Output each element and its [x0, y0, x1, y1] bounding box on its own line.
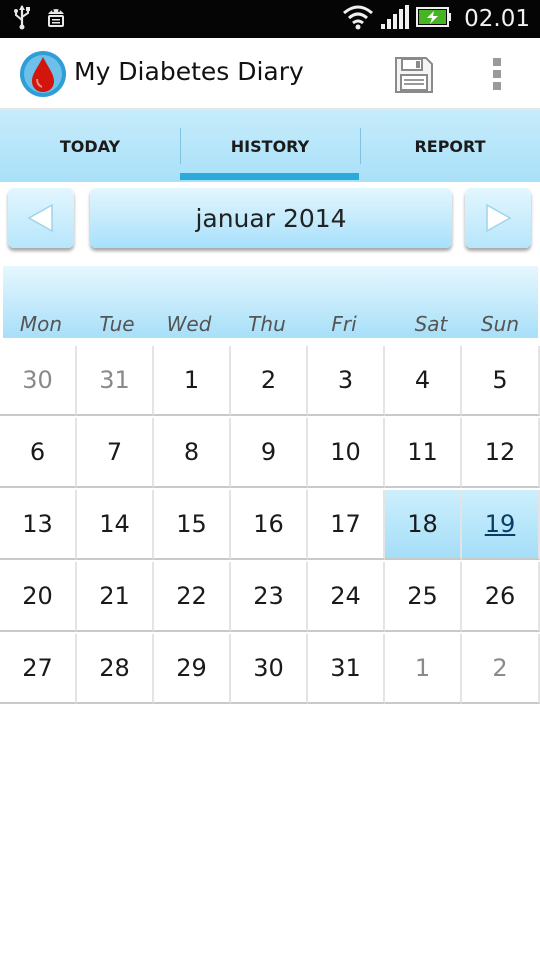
calendar-day[interactable]: 2 [462, 634, 540, 704]
calendar-grid: 30 31 1 2 3 4 5 6 7 8 9 10 11 12 13 14 15 16 17 18 19 20 21 22 2… [0, 346, 540, 706]
calendar-day[interactable]: 4 [385, 346, 462, 416]
save-button[interactable] [392, 52, 436, 96]
weekday-wed: Wed [166, 312, 212, 336]
calendar-day[interactable]: 17 [308, 490, 385, 560]
calendar-day[interactable]: 23 [231, 562, 308, 632]
calendar-day[interactable]: 7 [77, 418, 154, 488]
calendar-day[interactable]: 1 [154, 346, 231, 416]
calendar-day[interactable]: 31 [308, 634, 385, 704]
weekday-fri: Fri [331, 312, 357, 336]
active-tab-indicator [180, 173, 359, 180]
tab-today[interactable]: TODAY [0, 110, 180, 182]
calendar-day[interactable]: 9 [231, 418, 308, 488]
calendar-day[interactable]: 1 [385, 634, 462, 704]
arrow-left-icon [27, 203, 53, 233]
calendar-day[interactable]: 5 [462, 346, 540, 416]
status-left [12, 4, 68, 34]
month-label[interactable]: januar 2014 [90, 188, 452, 248]
tab-history[interactable]: HISTORY [180, 110, 360, 182]
calendar-day[interactable]: 11 [385, 418, 462, 488]
app-title: My Diabetes Diary [74, 57, 304, 86]
calendar-day[interactable]: 29 [154, 634, 231, 704]
arrow-right-icon [486, 203, 512, 233]
signal-icon [380, 4, 410, 34]
calendar-day[interactable]: 2 [231, 346, 308, 416]
wifi-icon [342, 4, 374, 34]
calendar-day[interactable]: 31 [77, 346, 154, 416]
calendar-day[interactable]: 22 [154, 562, 231, 632]
calendar-day-today[interactable]: 19 [462, 490, 540, 560]
calendar-day[interactable]: 21 [77, 562, 154, 632]
calendar-day[interactable]: 12 [462, 418, 540, 488]
calendar-day[interactable]: 3 [308, 346, 385, 416]
weekday-sun: Sun [480, 312, 520, 336]
save-icon [395, 57, 433, 93]
calendar-day[interactable]: 27 [0, 634, 77, 704]
status-bar: 02.01 [0, 0, 540, 38]
calendar-day[interactable]: 26 [462, 562, 540, 632]
calendar-day[interactable]: 15 [154, 490, 231, 560]
weekday-sat: Sat [414, 312, 448, 336]
calendar-day[interactable]: 30 [0, 346, 77, 416]
calendar-day[interactable]: 6 [0, 418, 77, 488]
calendar-day[interactable]: 25 [385, 562, 462, 632]
weekday-header: Mon Tue Wed Thu Fri Sat Sun [3, 266, 538, 338]
calendar-day[interactable]: 28 [77, 634, 154, 704]
weekday-tue: Tue [99, 312, 135, 336]
battery-charging-icon [416, 6, 452, 32]
calendar-day[interactable]: 14 [77, 490, 154, 560]
calendar-day[interactable]: 8 [154, 418, 231, 488]
weekday-thu: Thu [248, 312, 286, 336]
month-navigation: januar 2014 [0, 182, 540, 262]
tab-bar: TODAY HISTORY REPORT [0, 110, 540, 184]
calendar-day[interactable]: 13 [0, 490, 77, 560]
tab-report[interactable]: REPORT [360, 110, 540, 182]
status-right: 02.01 [342, 4, 530, 34]
next-month-button[interactable] [465, 188, 531, 248]
weekday-mon: Mon [19, 312, 63, 336]
previous-month-button[interactable] [8, 188, 74, 248]
blood-drop-logo-icon [19, 50, 67, 98]
calendar-day[interactable]: 24 [308, 562, 385, 632]
calendar-day[interactable]: 18 [385, 490, 462, 560]
action-bar: My Diabetes Diary [0, 38, 540, 110]
calendar-day[interactable]: 30 [231, 634, 308, 704]
overflow-menu-icon [493, 58, 501, 90]
overflow-menu-button[interactable] [476, 54, 518, 94]
calendar-day[interactable]: 16 [231, 490, 308, 560]
calendar-day[interactable]: 20 [0, 562, 77, 632]
calendar-day[interactable]: 10 [308, 418, 385, 488]
usb-icon [12, 4, 32, 34]
status-time: 02.01 [464, 6, 530, 32]
android-debug-icon [44, 4, 68, 34]
